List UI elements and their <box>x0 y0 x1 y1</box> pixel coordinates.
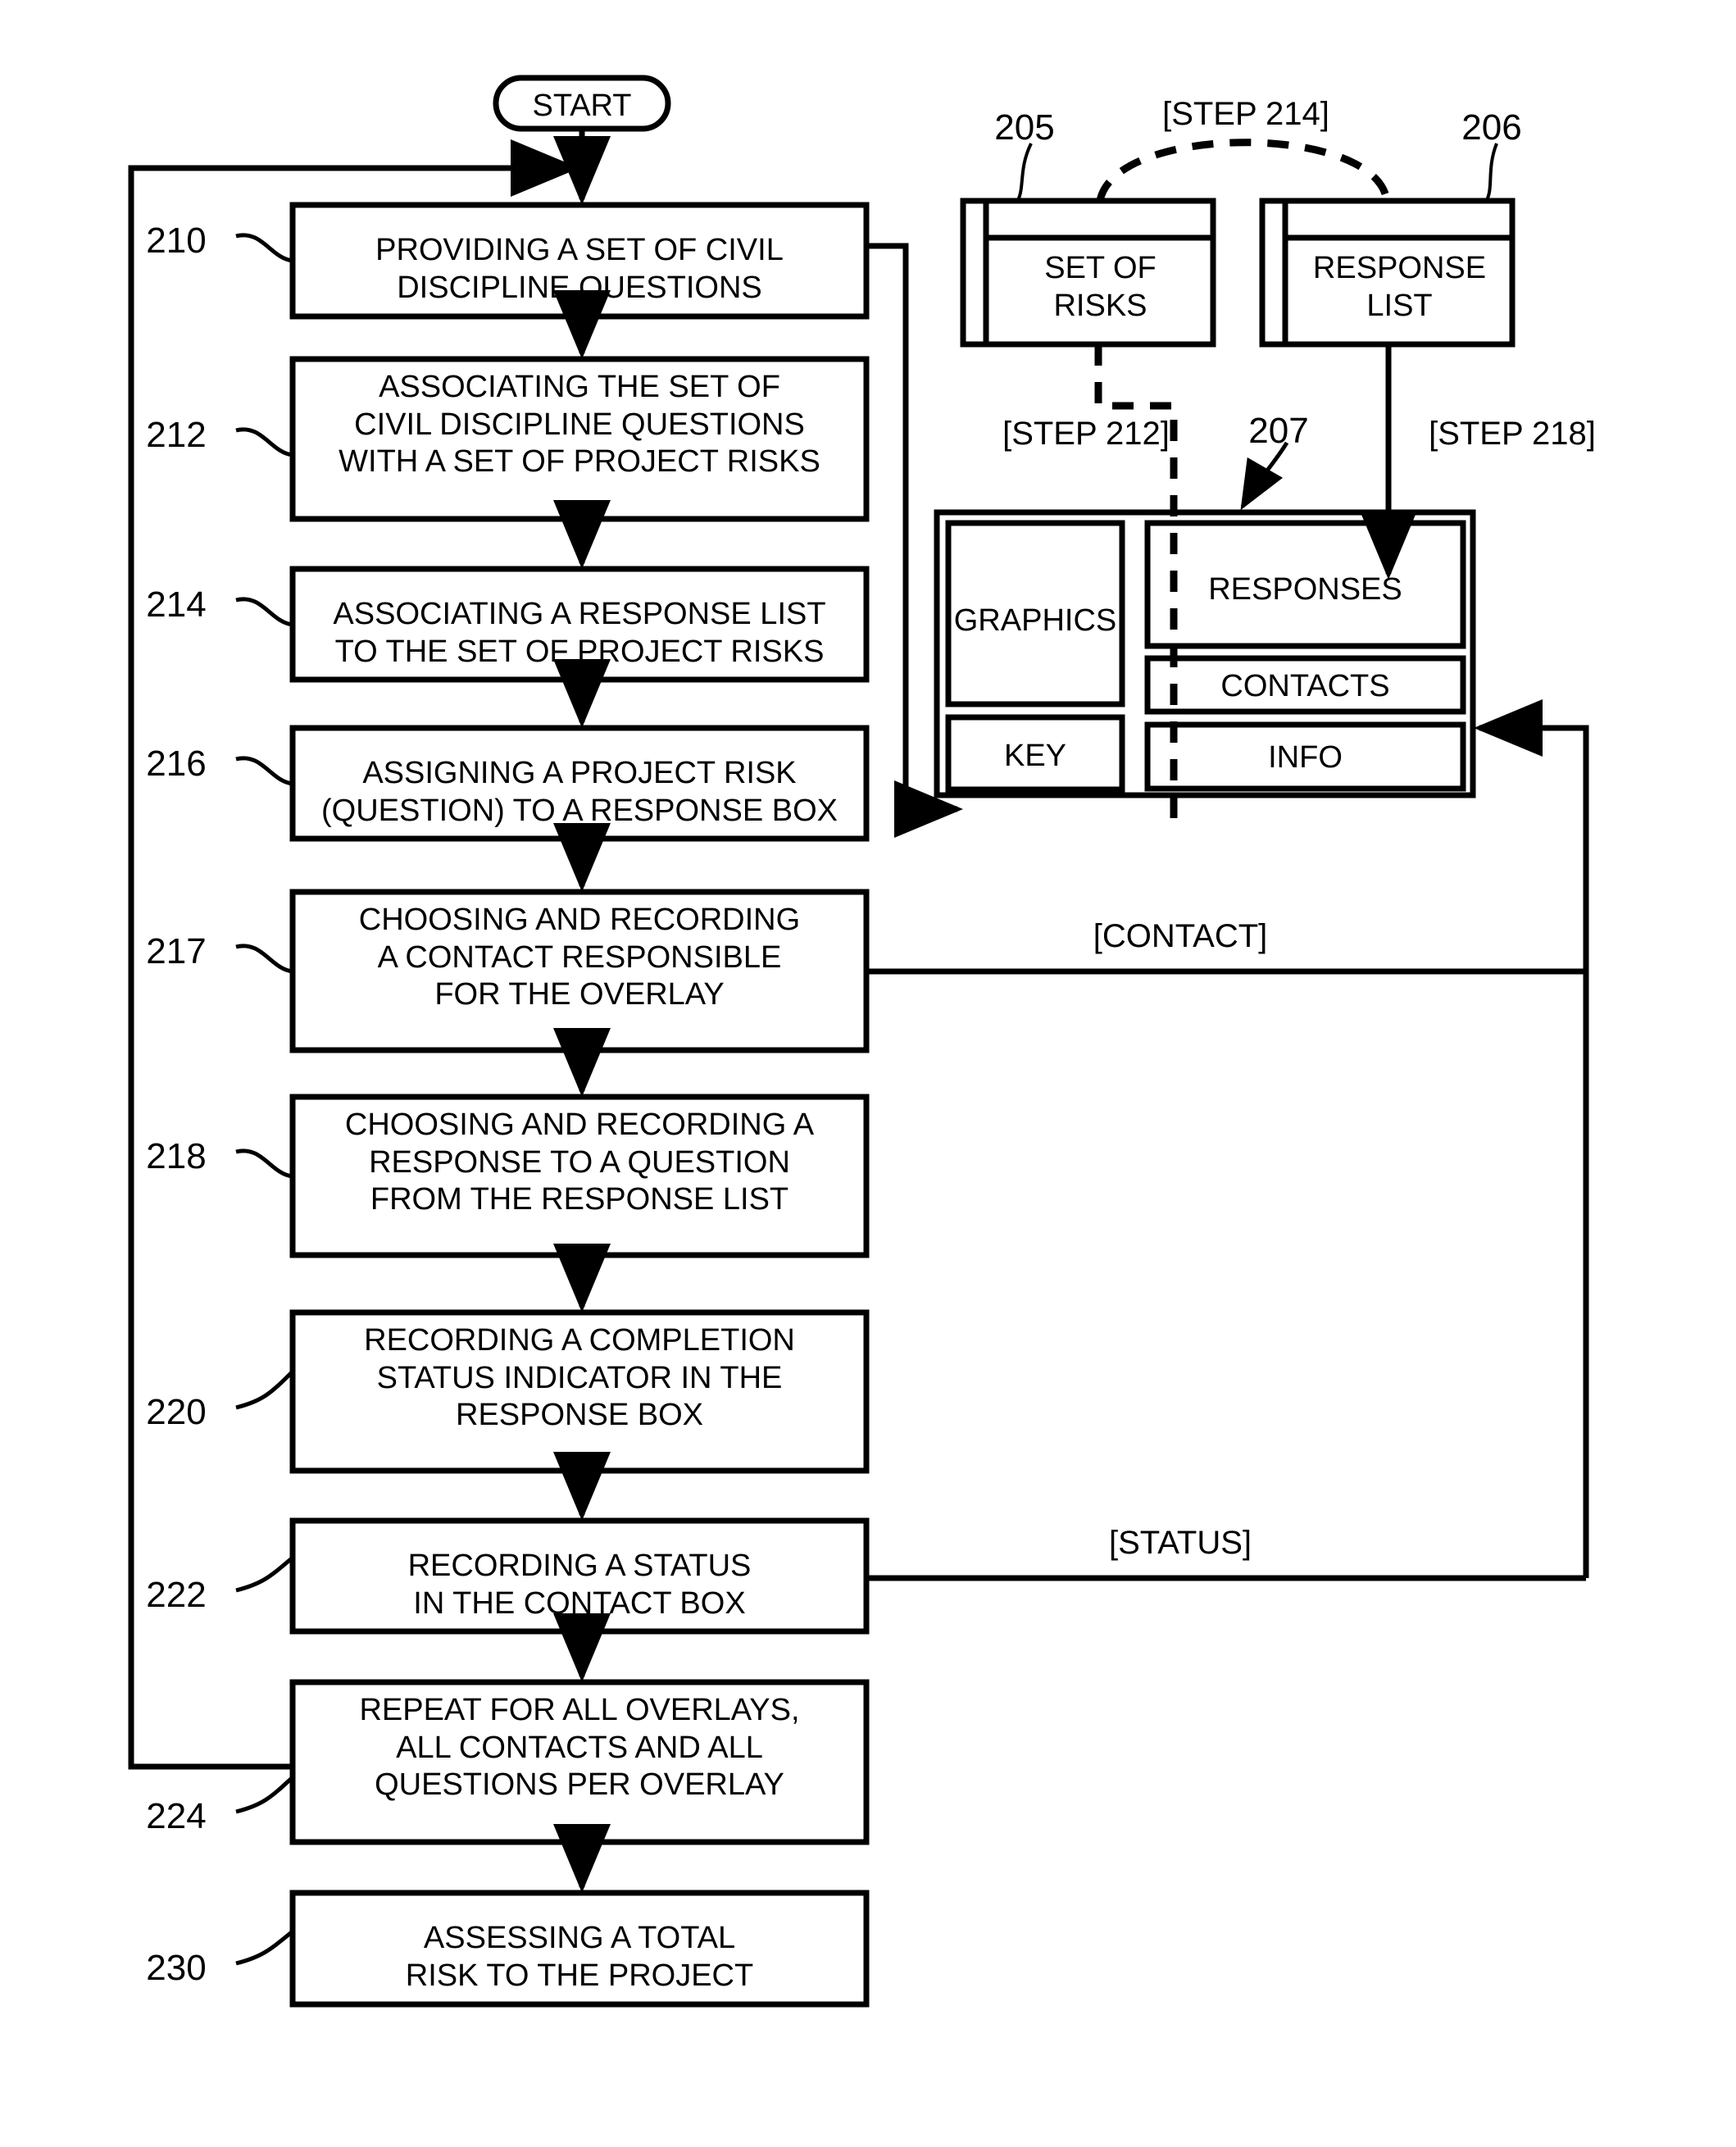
leader-224 <box>235 1776 294 1814</box>
leader-212 <box>235 427 293 457</box>
process-label-216: ASSIGNING A PROJECT RISK (QUESTION) TO A… <box>321 756 838 828</box>
edge-label-step-212: [STEP 212] <box>1002 416 1170 452</box>
panel-label-contacts: CONTACTS <box>1220 669 1390 703</box>
process-label-222: RECORDING A STATUS IN THE CONTACT BOX <box>407 1549 752 1621</box>
leader-214 <box>235 597 293 627</box>
data-window-206-title: RESPONSE LIST <box>1312 251 1487 323</box>
process-label-218: CHOOSING AND RECORDING A RESPONSE TO A Q… <box>344 1108 815 1217</box>
leader-217 <box>235 944 293 974</box>
panel-label-graphics: GRAPHICS <box>953 603 1117 638</box>
patent-figure-canvas: START 210 212 214 216 217 218 220 222 22… <box>0 0 1736 2147</box>
process-label-220: RECORDING A COMPLETION STATUS INDICATOR … <box>364 1323 795 1433</box>
process-label-230: ASSESSING A TOTAL RISK TO THE PROJECT <box>405 1921 754 1993</box>
process-label-217: CHOOSING AND RECORDING A CONTACT RESPONS… <box>358 903 801 1012</box>
leader-210 <box>235 233 293 263</box>
panel-label-info: INFO <box>1268 740 1343 775</box>
process-label-210: PROVIDING A SET OF CIVIL DISCIPLINE QUES… <box>375 233 784 305</box>
leader-218 <box>235 1149 293 1179</box>
ref-numeral-205: 205 <box>994 107 1055 148</box>
edge-label-step-214: [STEP 214] <box>1162 96 1329 132</box>
data-window-205-title: SET OF RISKS <box>1044 251 1157 323</box>
process-label-212: ASSOCIATING THE SET OF CIVIL DISCIPLINE … <box>339 370 820 480</box>
process-label-214: ASSOCIATING A RESPONSE LIST TO THE SET O… <box>333 597 826 669</box>
panel-label-key: KEY <box>1003 739 1067 773</box>
leader-220 <box>235 1370 294 1410</box>
edge-label-status: [STATUS] <box>1108 1525 1252 1561</box>
ref-numeral-207: 207 <box>1248 411 1309 451</box>
leader-222 <box>235 1556 294 1593</box>
process-label-224: REPEAT FOR ALL OVERLAYS, ALL CONTACTS AN… <box>359 1693 800 1803</box>
ref-numeral-206: 206 <box>1461 107 1522 148</box>
edge-label-contact: [CONTACT] <box>1093 918 1268 954</box>
panel-label-responses: RESPONSES <box>1208 572 1402 607</box>
leader-230 <box>235 1930 294 1966</box>
edge-label-step-218: [STEP 218] <box>1429 416 1596 452</box>
leader-216 <box>235 756 293 786</box>
